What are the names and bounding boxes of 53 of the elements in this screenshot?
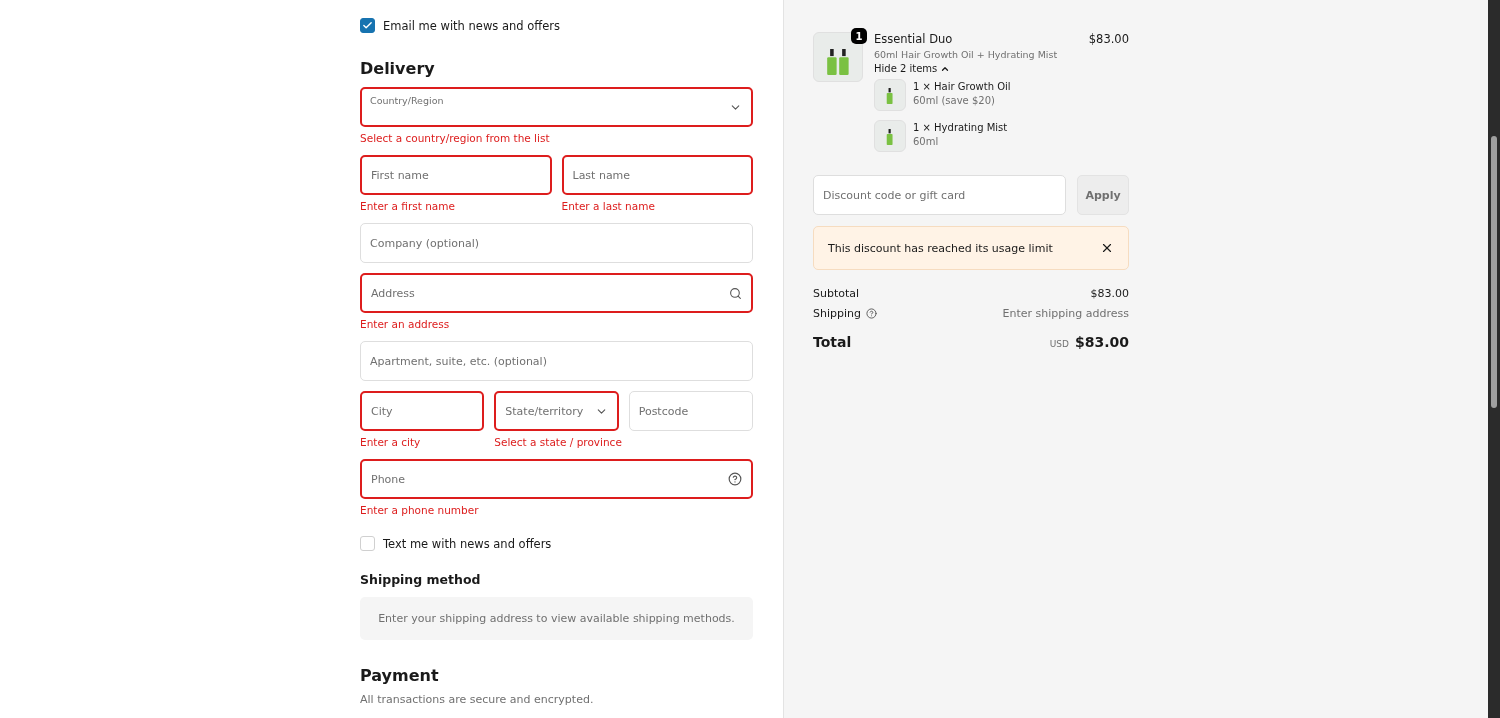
discount-code-field[interactable]: Discount code or gift card [813,175,1066,215]
checkbox-label: Text me with news and offers [383,536,552,551]
error-message: Select a country/region from the list [360,132,551,145]
bottle-icon [838,49,850,75]
error-message: Enter a city [360,436,422,449]
product-variant: 60ml Hair Growth Oil + Hydrating Mist [874,49,1059,60]
shipping-methods-notice: Enter your shipping address to view available shipping methods. [360,597,753,640]
check-icon [362,20,373,31]
select-field[interactable]: State/territory [494,391,619,431]
section-heading: Delivery [360,59,436,78]
total-label: Total [813,334,852,350]
apply-button[interactable]: Apply [1077,175,1129,215]
checkbox-label: Email me with news and offers [383,18,560,33]
input-field[interactable]: City [360,391,485,431]
error-message: Enter an address [360,318,451,331]
error-message: Enter a last name [561,200,656,213]
input-field[interactable]: Address [360,273,753,313]
help-icon [728,472,742,486]
section-heading: Payment [360,666,440,685]
help-icon[interactable] [866,308,877,319]
product-price: $83.00 [1088,32,1129,46]
search-icon [729,286,742,300]
quantity-badge: 1 [851,28,867,44]
error-message: Enter a phone number [360,504,480,517]
alert-message: This discount has reached its usage limit [828,241,1053,255]
bottle-icon [886,88,894,104]
bottle-icon [826,49,838,75]
close-icon[interactable] [1100,241,1114,255]
bottle-icon [886,129,894,145]
error-message: Enter a first name [360,200,456,213]
input-field[interactable]: Company (optional) [360,223,753,263]
summary-value: Enter shipping address [1002,307,1129,320]
product-name: Essential Duo [874,32,953,46]
payment-subtitle: All transactions are secure and encrypted. [360,693,595,706]
toggle-items-button[interactable]: Hide 2 items [874,63,951,74]
input-field[interactable]: Apartment, suite, etc. (optional) [360,341,753,381]
select-field[interactable]: Country/Region [360,87,753,127]
summary-label: Subtotal [813,287,860,300]
item-name: 1 × Hydrating Mist [913,122,1008,133]
input-field[interactable]: Postcode [628,391,753,431]
checkbox[interactable] [360,18,375,33]
item-detail: 60ml (save $20) [913,95,996,106]
input-field[interactable]: First name [360,155,552,195]
summary-label: Shipping [813,307,861,320]
currency-code: USD [1049,339,1069,349]
input-field[interactable]: Last name [561,155,753,195]
summary-value: $83.00 [1090,287,1129,300]
item-name: 1 × Hair Growth Oil [913,81,1011,92]
section-heading: Shipping method [360,572,482,587]
total-value: $83.00 [1074,334,1129,350]
scrollbar[interactable] [1488,0,1500,718]
item-detail: 60ml [913,136,940,147]
input-field[interactable]: Phone [360,459,753,499]
